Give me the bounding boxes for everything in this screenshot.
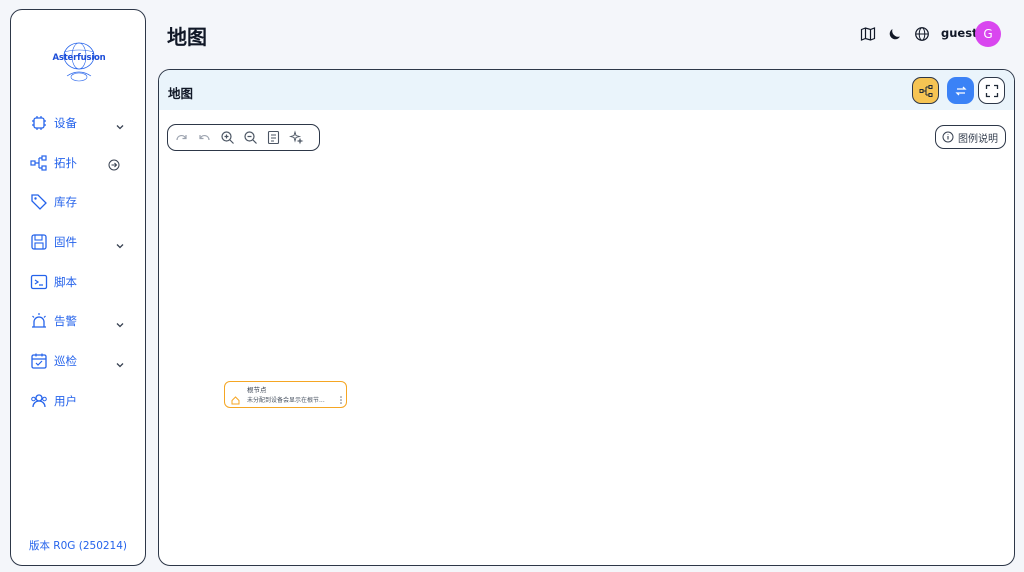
users-icon [30,392,48,410]
topology-icon [919,84,932,97]
sidebar-nav: 设备 拓扑 库存 固件 脚本 告警 巡检 用户 [11,103,145,421]
sidebar-item-firmware[interactable]: 固件 [11,222,145,262]
map-icon[interactable] [860,26,876,42]
fullscreen-button[interactable] [978,77,1005,104]
chevron-down-icon [115,236,125,249]
chip-icon [30,114,48,132]
fit-icon[interactable] [266,130,281,145]
sidebar-item-users[interactable]: 用户 [11,381,145,421]
page-title: 地图 [167,25,207,49]
legend-button[interactable]: 图例说明 [935,125,1006,149]
chevron-down-icon [115,315,125,328]
redo-icon[interactable] [174,130,189,145]
sparkle-icon[interactable] [288,130,304,145]
version-label: 版本 R0G (250214) [28,540,128,552]
more-icon[interactable] [339,390,343,404]
swap-icon [954,86,967,95]
chevron-down-icon [115,117,125,130]
legend-label: 图例说明 [958,133,998,145]
sidebar-item-label: 脚本 [54,274,77,289]
info-icon [942,131,954,143]
node-description: 未分配到设备会显示在根节... [247,397,325,404]
fullscreen-icon [985,84,998,97]
card-title: 地图 [168,86,194,101]
home-icon [231,390,240,405]
sidebar-item-label: 告警 [54,314,77,329]
node-title: 根节点 [247,386,267,394]
sidebar-item-inspection[interactable]: 巡检 [11,341,145,381]
swap-button[interactable] [947,77,974,104]
sidebar-item-label: 拓扑 [54,155,77,170]
zoom-out-icon[interactable] [243,130,258,145]
sidebar-item-topology[interactable]: 拓扑 [11,143,145,183]
globe-icon[interactable] [914,26,930,42]
terminal-icon [30,273,48,291]
siren-icon [30,312,48,330]
map-toolbar [167,124,320,151]
card-header: 地图 [159,70,1014,110]
root-node[interactable]: 根节点 未分配到设备会显示在根节... [224,381,347,408]
map-card: 地图 图例说明 根节点 未分配到设备会显示在根节... [158,69,1015,566]
undo-icon[interactable] [197,130,212,145]
logo-text: Asterfusion [52,53,106,63]
sidebar-item-label: 用户 [54,393,77,408]
sidebar-item-scripts[interactable]: 脚本 [11,262,145,302]
zoom-in-icon[interactable] [220,130,235,145]
sidebar: Asterfusion 设备 拓扑 库存 固件 脚本 告警 巡检 用户 版本 R… [10,9,146,566]
sidebar-item-label: 固件 [54,234,77,249]
calendar-check-icon [30,352,48,370]
sidebar-item-label: 设备 [54,115,77,130]
sidebar-item-label: 库存 [54,195,77,210]
logo: Asterfusion [49,38,109,86]
moon-icon[interactable] [887,26,903,42]
sidebar-item-inventory[interactable]: 库存 [11,182,145,222]
topology-icon [30,154,48,172]
sidebar-item-label: 巡检 [54,353,77,368]
circle-arrow-icon [108,156,120,171]
tag-icon [30,193,48,211]
username[interactable]: guest [941,26,978,40]
save-icon [30,233,48,251]
sidebar-item-devices[interactable]: 设备 [11,103,145,143]
avatar[interactable]: G [975,21,1001,47]
topology-view-button[interactable] [912,77,939,104]
chevron-down-icon [115,355,125,368]
sidebar-item-alarms[interactable]: 告警 [11,301,145,341]
